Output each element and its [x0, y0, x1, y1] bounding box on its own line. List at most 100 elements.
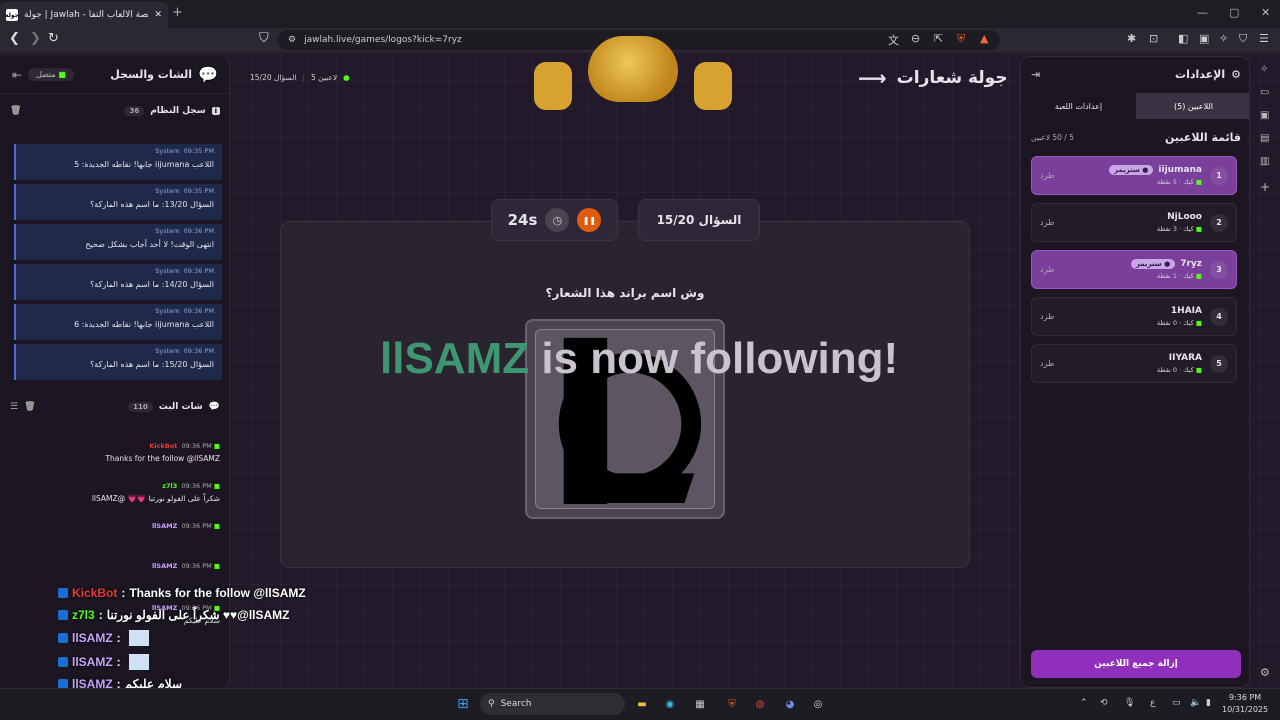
minimize-icon[interactable]: —: [1197, 6, 1208, 19]
overlay-chat-line: llSAMZ :: [58, 654, 149, 670]
store-icon[interactable]: ▦: [690, 694, 710, 714]
leo-ai-icon[interactable]: ✧: [1219, 32, 1228, 45]
system-log-count: 36: [124, 106, 145, 116]
system-message: System 09:36 PM السؤال 15/20: ما اسم هذه…: [14, 344, 222, 380]
edge-icon[interactable]: ◉: [660, 694, 680, 714]
question-number-card: السؤال 15/20: [638, 199, 760, 241]
player-stats: ■ كيك · 5 نقطة: [1156, 178, 1202, 186]
site-info-icon[interactable]: ⚙: [288, 35, 296, 45]
clock-icon: ◷: [545, 208, 570, 232]
system-message: System 09:35 PM اللاعب iijumana جابها! ن…: [14, 144, 222, 180]
chat-message-meta: ■ llSAMZ 09:36 PM: [151, 562, 220, 570]
system-clock[interactable]: 9:36 PM 10/31/2025: [1222, 692, 1268, 716]
pause-button[interactable]: ❚❚: [577, 208, 602, 232]
clock-time: 9:36 PM: [1228, 693, 1262, 702]
search-label: Search: [500, 699, 532, 709]
tray-battery-icon[interactable]: ▮: [1206, 698, 1211, 708]
brave-icon[interactable]: ⛨: [722, 694, 742, 714]
badge-icon: [58, 610, 68, 620]
reload-icon[interactable]: ↻: [48, 31, 59, 46]
tray-network-icon[interactable]: ▭: [1172, 698, 1181, 708]
tray-volume-icon[interactable]: 🔈: [1190, 698, 1201, 708]
zoom-icon[interactable]: ⊖: [911, 32, 920, 45]
collapse-panel-icon[interactable]: ⇤: [12, 68, 22, 82]
chat-panel-header: 💬 الشات والسجل ■ متصل ⇤: [0, 56, 229, 94]
overlay-chat-text: Thanks for the follow @llSAMZ: [129, 586, 306, 600]
obs-icon[interactable]: ◎: [808, 694, 828, 714]
gear-icon: ⚙: [1231, 67, 1241, 81]
brave-rewards-icon[interactable]: ▲: [980, 32, 988, 45]
question-progress: السؤال 15/20: [250, 73, 297, 82]
wallet-icon[interactable]: ▣: [1199, 32, 1209, 45]
tab-players[interactable]: اللاعبين (5): [1136, 93, 1249, 119]
side-add-icon[interactable]: +: [1260, 180, 1270, 194]
trash-icon[interactable]: 🗑: [24, 402, 35, 412]
online-dot-icon: ●: [343, 73, 350, 82]
tray-chevron-icon[interactable]: ⌃: [1080, 698, 1088, 708]
side-leo-icon[interactable]: ✧: [1260, 64, 1268, 75]
settings-header: ⚙ الإعدادات ⇥: [1021, 57, 1249, 91]
collapse-panel-icon[interactable]: ⇥: [1031, 68, 1040, 81]
brave-shield-icon[interactable]: ⛨: [957, 32, 965, 46]
taskbar-search[interactable]: ⚲ Search: [480, 693, 625, 715]
tab-game-settings[interactable]: إعدادات اللعبة: [1021, 93, 1136, 119]
file-explorer-icon[interactable]: ▬: [632, 694, 652, 714]
system-log-title: سجل النظام: [150, 106, 206, 116]
forward-icon[interactable]: ❯: [30, 31, 41, 46]
maximize-icon[interactable]: ▢: [1229, 6, 1239, 19]
tray-mic-icon[interactable]: 🎙: [1124, 698, 1135, 708]
game-title: جولة شعارات ⟶: [858, 66, 1008, 90]
chat-message: ■ z7l3 09:36 PM شكراً على الفولو نورتنا …: [10, 482, 220, 503]
player-name: iijumana: [1158, 165, 1202, 175]
side-reading-icon[interactable]: ▭: [1260, 87, 1269, 98]
tab-close-icon[interactable]: ✕: [154, 10, 162, 20]
back-icon[interactable]: ❮: [9, 31, 20, 46]
translate-icon[interactable]: 文: [888, 32, 899, 48]
screenshot-icon[interactable]: ⊡: [1149, 32, 1158, 45]
chat-message: ■ KickBot 09:36 PM Thanks for the follow…: [10, 442, 220, 463]
tray-sync-icon[interactable]: ⟲: [1100, 698, 1108, 708]
side-settings-icon[interactable]: ⚙: [1260, 666, 1270, 679]
player-stats: ■ كيك · 0 نقطة: [1156, 366, 1202, 374]
kick-player-button[interactable]: طرد: [1040, 171, 1054, 180]
stream-chat-count: 110: [128, 402, 153, 412]
settings-tabs: اللاعبين (5) إعدادات اللعبة: [1021, 93, 1249, 119]
sidebar-icon[interactable]: ◧: [1178, 32, 1188, 45]
menu-icon[interactable]: ☰: [1259, 32, 1269, 45]
share-icon[interactable]: ⇱: [934, 32, 943, 45]
clear-players-button[interactable]: إزالة جميع اللاعبين: [1031, 650, 1241, 678]
close-window-icon[interactable]: ✕: [1261, 6, 1270, 19]
system-message-text: السؤال 14/20: ما اسم هذه الماركة؟: [90, 280, 214, 289]
info-icon: i: [211, 107, 220, 115]
side-bookmarks-icon[interactable]: ▤: [1260, 133, 1269, 144]
browser-tab[interactable]: جولة جولة | Jawlah - منصة الألعاب التفا …: [0, 2, 168, 28]
side-history-icon[interactable]: ▥: [1260, 156, 1269, 167]
chrome-icon[interactable]: ◍: [750, 694, 770, 714]
kick-player-button[interactable]: طرد: [1040, 312, 1054, 321]
browser-tabbar: جولة جولة | Jawlah - منصة الألعاب التفا …: [0, 0, 1280, 28]
system-message: System 09:35 PM السؤال 13/20: ما اسم هذه…: [14, 184, 222, 220]
filter-icon[interactable]: ☰: [10, 402, 18, 412]
bookmark-icon[interactable]: ⛉: [259, 31, 269, 46]
tray-language[interactable]: ع: [1150, 698, 1155, 708]
back-arrow-icon[interactable]: ⟶: [858, 66, 887, 90]
trash-icon[interactable]: 🗑: [10, 106, 21, 116]
side-wallet-icon[interactable]: ▣: [1260, 110, 1269, 121]
players-count: 5 لاعبين: [311, 73, 338, 82]
vpn-icon[interactable]: ⛉: [1239, 32, 1247, 46]
kick-player-button[interactable]: طرد: [1040, 265, 1054, 274]
player-name: 7ryz: [1180, 259, 1202, 269]
player-name: 1HAIA: [1170, 306, 1202, 316]
connection-status: ■ متصل: [28, 68, 74, 81]
kick-player-button[interactable]: طرد: [1040, 359, 1054, 368]
extensions-icon[interactable]: ✱: [1127, 32, 1136, 45]
system-message-text: انتهى الوقت! لا أحد أجاب بشكل صحيح: [85, 240, 214, 249]
new-tab-icon[interactable]: +: [172, 5, 183, 20]
discord-icon[interactable]: ◕: [780, 694, 800, 714]
chat-message-meta: ■ llSAMZ 09:36 PM: [151, 522, 220, 530]
start-icon[interactable]: ⊞: [453, 694, 473, 714]
system-message-text: السؤال 15/20: ما اسم هذه الماركة؟: [90, 360, 214, 369]
clock-date: 10/31/2025: [1222, 705, 1269, 714]
system-message: System 09:36 PM انتهى الوقت! لا أحد أجاب…: [14, 224, 222, 260]
kick-player-button[interactable]: طرد: [1040, 218, 1054, 227]
